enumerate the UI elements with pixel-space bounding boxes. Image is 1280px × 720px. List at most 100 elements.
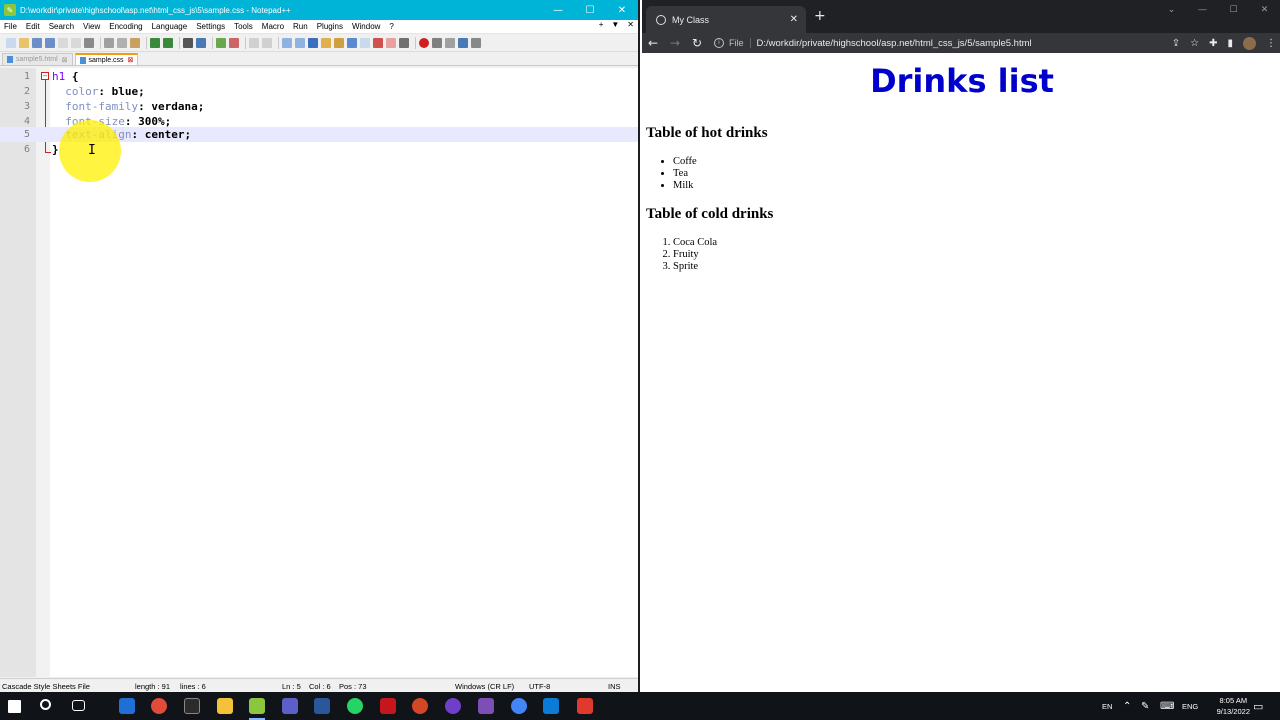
chevron-up-icon[interactable]: ⌃ [1123,692,1131,720]
sync-horizontal-icon[interactable] [262,37,272,48]
menu-plugins[interactable]: Plugins [317,22,343,31]
copy-icon[interactable] [117,37,127,48]
tab-sample5-html[interactable]: sample5.html ⊠ [2,53,73,65]
zoom-out-icon[interactable] [229,37,239,48]
maximize-icon[interactable]: ☐ [1218,0,1249,20]
visual-studio-icon[interactable] [478,698,494,714]
whatsapp-icon[interactable] [347,698,363,714]
reload-icon[interactable]: ↻ [686,36,708,50]
tab-close-icon[interactable]: ⊠ [62,56,68,64]
input-language-short[interactable]: EN [1102,692,1112,720]
address-bar[interactable]: i File D:/workdir/private/highschool/asp… [714,34,1214,52]
minimize-icon[interactable]: — [542,0,574,20]
close-icon[interactable]: ✕ [1249,0,1280,20]
open-file-icon[interactable] [19,37,29,48]
teams-icon[interactable] [282,698,298,714]
powerpoint-icon[interactable] [412,698,428,714]
menu-file[interactable]: File [4,22,17,31]
document-list-button[interactable]: ▼ [611,20,619,29]
paste-icon[interactable] [130,37,140,48]
browser-tab[interactable]: My Class ✕ [646,6,806,33]
maximize-icon[interactable]: ☐ [574,0,606,20]
sync-vertical-icon[interactable] [249,37,259,48]
tab-close-icon[interactable]: ✕ [790,14,798,25]
menu-encoding[interactable]: Encoding [109,22,142,31]
cut-icon[interactable] [104,37,114,48]
pdf-icon[interactable] [380,698,396,714]
share-icon[interactable]: ⇪ [1172,38,1180,49]
keyboard-icon[interactable]: ⌨ [1160,692,1174,720]
side-panel-icon[interactable]: ▮ [1227,38,1233,49]
stop-macro-icon[interactable] [432,37,442,48]
udl-icon[interactable] [321,37,331,48]
vscode-icon[interactable] [543,698,559,714]
menu-search[interactable]: Search [49,22,74,31]
menu-edit[interactable]: Edit [26,22,40,31]
close-icon[interactable]: ✕ [606,0,638,20]
doc-map-icon[interactable] [334,37,344,48]
zoom-in-icon[interactable] [216,37,226,48]
menu-tools[interactable]: Tools [234,22,253,31]
menu-language[interactable]: Language [152,22,188,31]
star-icon[interactable]: ☆ [1190,38,1199,49]
replace-icon[interactable] [196,37,206,48]
menu-window[interactable]: Window [352,22,380,31]
notepad-title-bar[interactable]: ✎ D:\workdir\private\highschool\asp.net\… [0,0,638,20]
menu-settings[interactable]: Settings [196,22,225,31]
back-icon[interactable]: ← [642,36,664,50]
folder-workspace-icon[interactable] [360,37,370,48]
menu-run[interactable]: Run [293,22,308,31]
run-macro-multiple-icon[interactable] [458,37,468,48]
chevron-down-icon[interactable]: ⌄ [1156,0,1187,20]
file-explorer-icon[interactable] [217,698,233,714]
taskbar-clock[interactable]: 8:05 AM 9/13/2022 [1217,695,1250,717]
save-all-icon[interactable] [45,37,55,48]
forward-icon[interactable]: → [664,36,686,50]
doc-monitor-icon[interactable] [373,37,383,48]
print-icon[interactable] [84,37,94,48]
menu-help[interactable]: ? [389,22,393,31]
word-wrap-icon[interactable] [282,37,292,48]
windows-start-icon[interactable] [8,700,21,713]
info-icon[interactable]: i [714,38,724,48]
notepadpp-taskbar-icon[interactable] [249,698,265,714]
terminal-icon[interactable] [184,698,200,714]
pen-icon[interactable] [386,37,396,48]
new-file-icon[interactable] [6,37,16,48]
recorder-icon[interactable] [577,698,593,714]
pen-icon[interactable]: ✎ [1141,692,1149,720]
indent-guide-icon[interactable] [308,37,318,48]
eye-icon[interactable] [399,37,409,48]
close-file-icon[interactable] [58,37,68,48]
undo-icon[interactable] [150,37,160,48]
play-macro-icon[interactable] [445,37,455,48]
search-icon[interactable] [40,699,51,710]
function-list-icon[interactable] [347,37,357,48]
close-document-button[interactable]: ✕ [627,20,634,29]
minimize-icon[interactable]: — [1187,0,1218,20]
profile-avatar[interactable] [1243,36,1256,50]
tab-sample-css[interactable]: sample.css ⊠ [74,53,139,65]
tab-close-icon[interactable]: ⊠ [128,56,134,64]
outlook-icon[interactable] [119,698,135,714]
address-url[interactable]: D:/workdir/private/highschool/asp.net/ht… [757,38,1032,49]
show-all-chars-icon[interactable] [295,37,305,48]
find-icon[interactable] [183,37,193,48]
redo-icon[interactable] [163,37,173,48]
github-icon[interactable] [445,698,461,714]
save-macro-icon[interactable] [471,37,481,48]
save-icon[interactable] [32,37,42,48]
new-document-button[interactable]: + [599,20,604,29]
menu-macro[interactable]: Macro [262,22,284,31]
input-language[interactable]: ENG [1182,692,1198,720]
record-macro-icon[interactable] [419,37,429,48]
close-all-icon[interactable] [71,37,81,48]
chrome-alt-icon[interactable] [511,698,527,714]
word-icon[interactable] [314,698,330,714]
extensions-icon[interactable]: ✚ [1209,38,1217,49]
menu-view[interactable]: View [83,22,100,31]
kebab-menu-icon[interactable]: ⋮ [1266,38,1276,49]
task-view-icon[interactable] [72,700,85,711]
chrome-icon[interactable] [151,698,167,714]
notification-icon[interactable]: ▭ [1253,692,1263,720]
